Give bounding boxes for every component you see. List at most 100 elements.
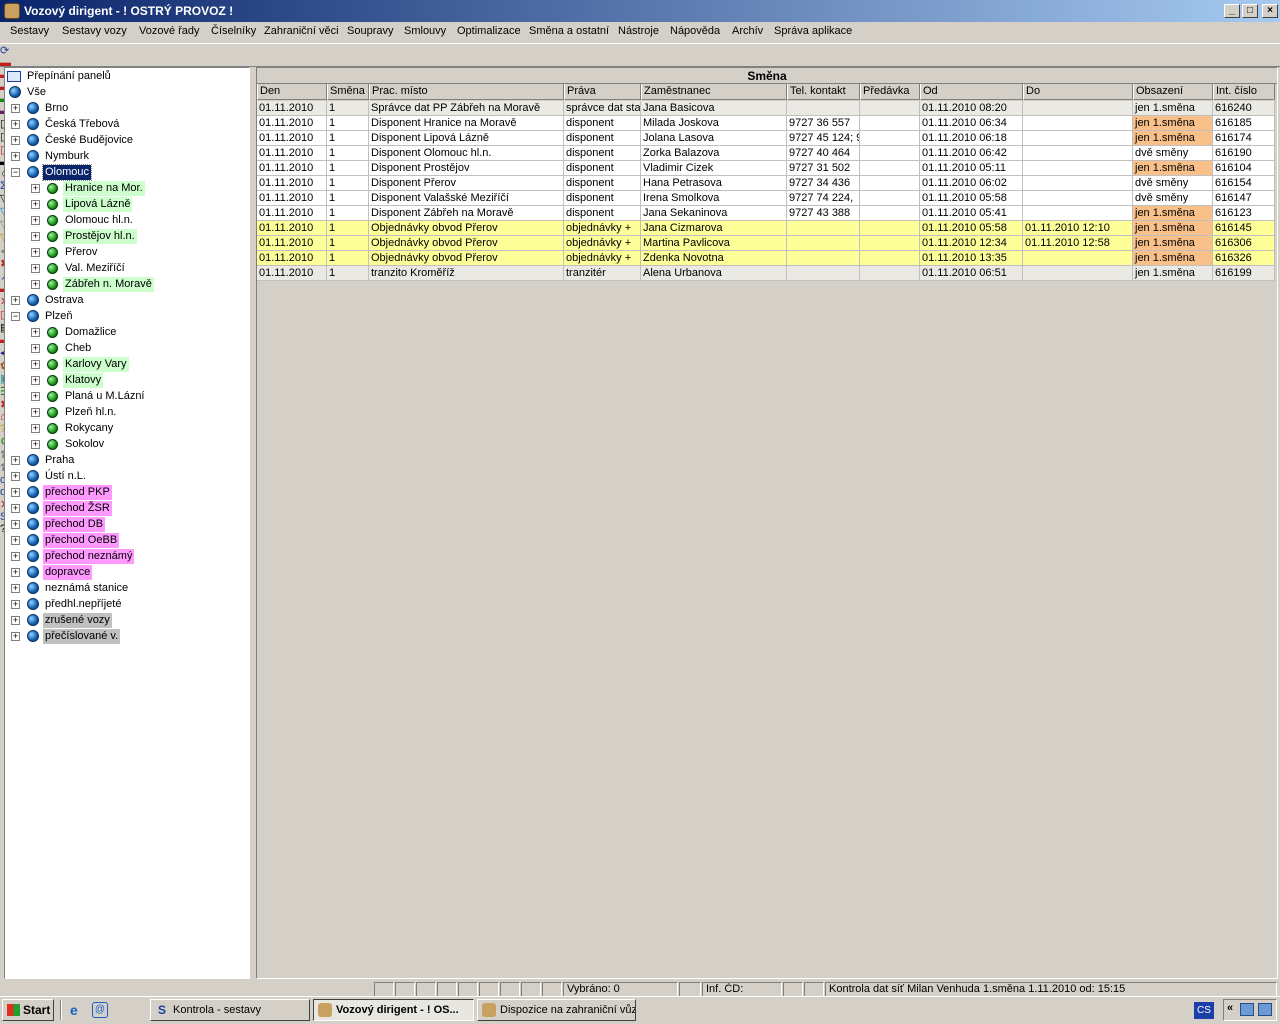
table-row[interactable]: 01.11.2010 1 Disponent Hranice na Moravě di…	[257, 116, 1275, 131]
expand-toggle[interactable]: +	[11, 632, 20, 641]
expand-toggle[interactable]: +	[11, 616, 20, 625]
table-row[interactable]: 01.11.2010 1 Objednávky obvod Přerov objedn…	[257, 251, 1275, 266]
menu-6[interactable]: Smlouvy	[404, 25, 446, 37]
menu-1[interactable]: Sestavy vozy	[62, 25, 127, 37]
expand-toggle[interactable]: +	[11, 456, 20, 465]
expand-toggle[interactable]: +	[31, 392, 40, 401]
menu-5[interactable]: Soupravy	[347, 25, 393, 37]
maximize-button[interactable]: □	[1242, 4, 1258, 18]
expand-toggle[interactable]: +	[11, 536, 20, 545]
column-header[interactable]: Prac. místo	[369, 84, 564, 100]
expand-toggle[interactable]: +	[11, 472, 20, 481]
column-header[interactable]: Int. číslo	[1213, 84, 1275, 100]
station-icon	[47, 423, 58, 434]
expand-toggle[interactable]: +	[31, 264, 40, 273]
task-vozovy-dirigent[interactable]: Vozový dirigent - ! OS...	[313, 999, 474, 1021]
expand-toggle[interactable]: +	[31, 200, 40, 209]
expand-toggle[interactable]: +	[31, 408, 40, 417]
column-header[interactable]: Obsazení	[1133, 84, 1213, 100]
menu-8[interactable]: Směna a ostatní	[529, 25, 609, 37]
table-row[interactable]: 01.11.2010 1 Disponent Olomouc hl.n. dispon…	[257, 146, 1275, 161]
table-cell: 9727 31 502	[787, 161, 860, 176]
table-cell: 616145	[1213, 221, 1275, 236]
column-header[interactable]: Do	[1023, 84, 1133, 100]
task-dispozice[interactable]: Dispozice na zahraniční vůz	[477, 999, 636, 1021]
menu-3[interactable]: Číselníky	[211, 25, 256, 37]
expand-toggle[interactable]: +	[11, 520, 20, 529]
table-cell: 01.11.2010	[257, 146, 327, 161]
menu-2[interactable]: Vozové řady	[139, 25, 200, 37]
column-header[interactable]: Den	[257, 84, 327, 100]
expand-toggle[interactable]: +	[11, 584, 20, 593]
table-row[interactable]: 01.11.2010 1 tranzito Kroměříž tranzitér Ale…	[257, 266, 1275, 281]
menu-9[interactable]: Nástroje	[618, 25, 659, 37]
menu-11[interactable]: Archív	[732, 25, 763, 37]
expand-toggle[interactable]: +	[11, 152, 20, 161]
expand-toggle[interactable]: +	[11, 104, 20, 113]
expand-toggle[interactable]: +	[11, 568, 20, 577]
task-kontrola-sestavy[interactable]: S Kontrola - sestavy	[150, 999, 310, 1021]
table-row[interactable]: 01.11.2010 1 Disponent Valašské Meziříčí di…	[257, 191, 1275, 206]
column-header[interactable]: Od	[920, 84, 1023, 100]
expand-toggle[interactable]: +	[11, 120, 20, 129]
menu-7[interactable]: Optimalizace	[457, 25, 521, 37]
ie-icon[interactable]: e	[70, 1002, 86, 1018]
column-header[interactable]: Předávka	[860, 84, 920, 100]
tray-expand[interactable]: «	[1227, 1002, 1233, 1014]
table-row[interactable]: 01.11.2010 1 Disponent Lipová Lázně dispone…	[257, 131, 1275, 146]
expand-toggle[interactable]: +	[11, 136, 20, 145]
table-row[interactable]: 01.11.2010 1 Disponent Zábřeh na Moravě dis…	[257, 206, 1275, 221]
language-indicator[interactable]: CS	[1194, 1002, 1214, 1019]
table-row[interactable]: 01.11.2010 1 Objednávky obvod Přerov objedn…	[257, 221, 1275, 236]
station-icon	[47, 231, 58, 242]
expand-toggle[interactable]: −	[11, 168, 20, 177]
start-button[interactable]: Start	[2, 999, 54, 1021]
table-row[interactable]: 01.11.2010 1 Objednávky obvod Přerov objedn…	[257, 236, 1275, 251]
table-cell: 01.11.2010	[257, 221, 327, 236]
menu-0[interactable]: Sestavy	[10, 25, 49, 37]
table-cell: Irena Smolkova	[641, 191, 787, 206]
column-header[interactable]: Práva	[564, 84, 641, 100]
table-row[interactable]: 01.11.2010 1 Správce dat PP Zábřeh na Mora…	[257, 101, 1275, 116]
expand-toggle[interactable]: −	[11, 312, 20, 321]
table-cell: 01.11.2010	[257, 266, 327, 281]
table-cell: 9727 45 124; 9	[787, 131, 860, 146]
expand-toggle[interactable]: +	[11, 552, 20, 561]
table-cell	[860, 146, 920, 161]
expand-toggle[interactable]: +	[31, 440, 40, 449]
minimize-button[interactable]: _	[1224, 4, 1240, 18]
refresh-icon[interactable]: ⟳	[0, 44, 1280, 57]
close-button[interactable]: ×	[1262, 4, 1278, 18]
expand-toggle[interactable]: +	[31, 248, 40, 257]
expand-toggle[interactable]: +	[11, 600, 20, 609]
expand-toggle[interactable]: +	[31, 280, 40, 289]
expand-toggle[interactable]: +	[31, 184, 40, 193]
expand-toggle[interactable]: +	[11, 488, 20, 497]
expand-toggle[interactable]: +	[31, 216, 40, 225]
expand-toggle[interactable]: +	[31, 376, 40, 385]
expand-toggle[interactable]: +	[31, 344, 40, 353]
table-cell	[860, 221, 920, 236]
column-header[interactable]: Směna	[327, 84, 369, 100]
table-row[interactable]: 01.11.2010 1 Disponent Prostějov disponent V…	[257, 161, 1275, 176]
expand-toggle[interactable]: +	[31, 360, 40, 369]
menu-4[interactable]: Zahraniční věci	[264, 25, 339, 37]
expand-toggle[interactable]: +	[11, 504, 20, 513]
network-icon-2[interactable]	[1258, 1003, 1272, 1016]
menu-10[interactable]: Nápověda	[670, 25, 720, 37]
network-icon[interactable]	[1240, 1003, 1254, 1016]
table-cell: Milada Joskova	[641, 116, 787, 131]
title-bar: Vozový dirigent - ! OSTRÝ PROVOZ ! _ □ ×	[0, 0, 1280, 22]
status-panel	[437, 982, 457, 997]
column-header[interactable]: Tel. kontakt	[787, 84, 860, 100]
table-cell: Objednávky obvod Přerov	[369, 251, 564, 266]
expand-toggle[interactable]: +	[31, 232, 40, 241]
outlook-icon[interactable]: @	[92, 1002, 108, 1018]
menu-12[interactable]: Správa aplikace	[774, 25, 852, 37]
column-header[interactable]: Zaměstnanec	[641, 84, 787, 100]
s-app-icon: S	[157, 1003, 166, 1017]
table-row[interactable]: 01.11.2010 1 Disponent Přerov disponent Hana…	[257, 176, 1275, 191]
expand-toggle[interactable]: +	[11, 296, 20, 305]
expand-toggle[interactable]: +	[31, 328, 40, 337]
expand-toggle[interactable]: +	[31, 424, 40, 433]
